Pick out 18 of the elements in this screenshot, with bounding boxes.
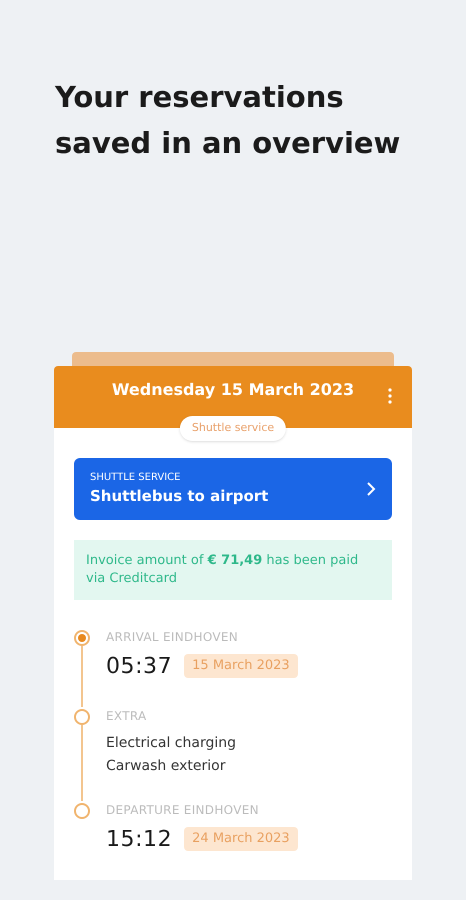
date-badge: 15 March 2023: [184, 654, 298, 678]
payment-notice: Invoice amount of € 71,49 has been paid via Creditcard: [74, 540, 392, 600]
chevron-right-icon: [366, 480, 376, 497]
headline: Your reservations saved in an overview: [55, 79, 402, 162]
time-text: 15:12: [106, 826, 172, 854]
step-label: DEPARTURE EINDHOVEN: [106, 802, 260, 818]
step-label: ARRIVAL EINDHOVEN: [106, 628, 240, 646]
extra-item: Electrical charging: [106, 734, 236, 752]
service-title: Shuttlebus to airport: [90, 486, 268, 507]
extra-item: Carwash exterior: [106, 756, 226, 776]
more-icon[interactable]: [388, 388, 392, 404]
service-button[interactable]: SHUTTLE SERVICE Shuttlebus to airport: [74, 458, 392, 520]
date-badge: 24 March 2023: [184, 827, 298, 851]
card-date: Wednesday 15 March 2023: [112, 379, 354, 401]
step-label: EXTRA: [106, 708, 148, 724]
service-category: SHUTTLE SERVICE: [90, 471, 182, 485]
service-tag: Shuttle service: [180, 416, 286, 440]
time-text: 05:37: [106, 652, 172, 680]
